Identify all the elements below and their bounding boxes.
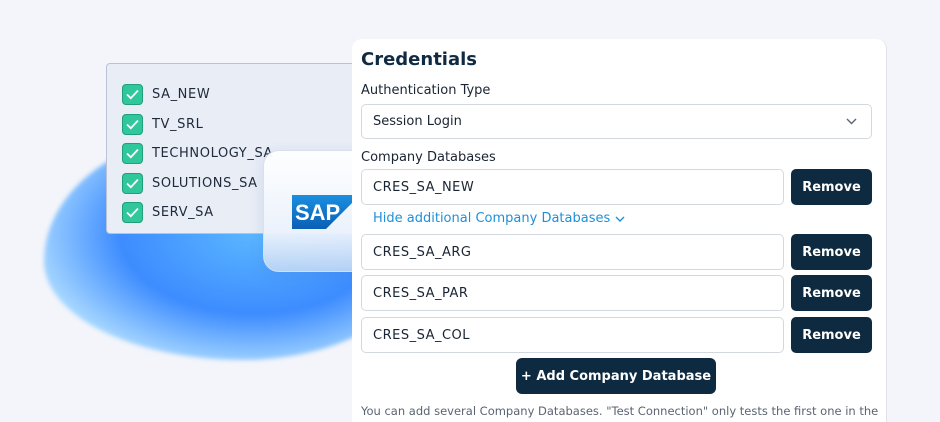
svg-text:SAP: SAP: [295, 200, 340, 225]
toggle-additional-dbs-label: Hide additional Company Databases: [373, 211, 611, 226]
auth-type-select[interactable]: Session Login: [361, 104, 872, 139]
remove-button[interactable]: Remove: [791, 317, 872, 353]
company-db-value: CRES_SA_ARG: [373, 244, 472, 260]
company-db-field[interactable]: CRES_SA_NEW: [361, 169, 784, 205]
remove-button[interactable]: Remove: [791, 169, 872, 205]
credentials-panel: Credentials Authentication Type Session …: [352, 39, 887, 422]
company-db-value: CRES_SA_PAR: [373, 285, 469, 301]
checkbox-checked-icon[interactable]: [122, 84, 143, 106]
db-checklist-label: TV_SRL: [152, 116, 204, 132]
add-company-db-button[interactable]: + Add Company Database: [516, 358, 716, 394]
company-db-label: Company Databases: [361, 150, 496, 165]
db-checklist-label: SERV_SA: [152, 205, 214, 221]
checkbox-checked-icon[interactable]: [122, 172, 143, 194]
company-db-field[interactable]: CRES_SA_ARG: [361, 234, 784, 270]
db-checklist-item[interactable]: TV_SRL: [122, 110, 365, 140]
auth-type-label: Authentication Type: [361, 83, 491, 98]
company-db-value: CRES_SA_COL: [373, 327, 471, 343]
db-checklist-label: SA_NEW: [152, 87, 211, 103]
db-checklist-label: TECHNOLOGY_SA: [152, 146, 274, 162]
company-db-field[interactable]: CRES_SA_PAR: [361, 275, 784, 311]
db-checklist-item[interactable]: SA_NEW: [122, 80, 365, 110]
remove-button[interactable]: Remove: [791, 275, 872, 311]
panel-title: Credentials: [361, 49, 478, 70]
company-db-value: CRES_SA_NEW: [373, 179, 475, 195]
chevron-down-icon: [846, 118, 857, 125]
chevron-down-icon: [615, 216, 625, 222]
toggle-additional-dbs-link[interactable]: Hide additional Company Databases: [373, 211, 625, 226]
checkbox-checked-icon[interactable]: [122, 113, 143, 135]
checkbox-checked-icon[interactable]: [122, 143, 143, 165]
sap-logo-icon: SAP: [292, 195, 360, 229]
db-checklist-label: SOLUTIONS_SA: [152, 175, 258, 191]
checkbox-checked-icon[interactable]: [122, 202, 143, 224]
auth-type-value: Session Login: [373, 114, 462, 129]
remove-button[interactable]: Remove: [791, 234, 872, 270]
help-text: You can add several Company Databases. "…: [361, 404, 879, 422]
company-db-field[interactable]: CRES_SA_COL: [361, 317, 784, 353]
